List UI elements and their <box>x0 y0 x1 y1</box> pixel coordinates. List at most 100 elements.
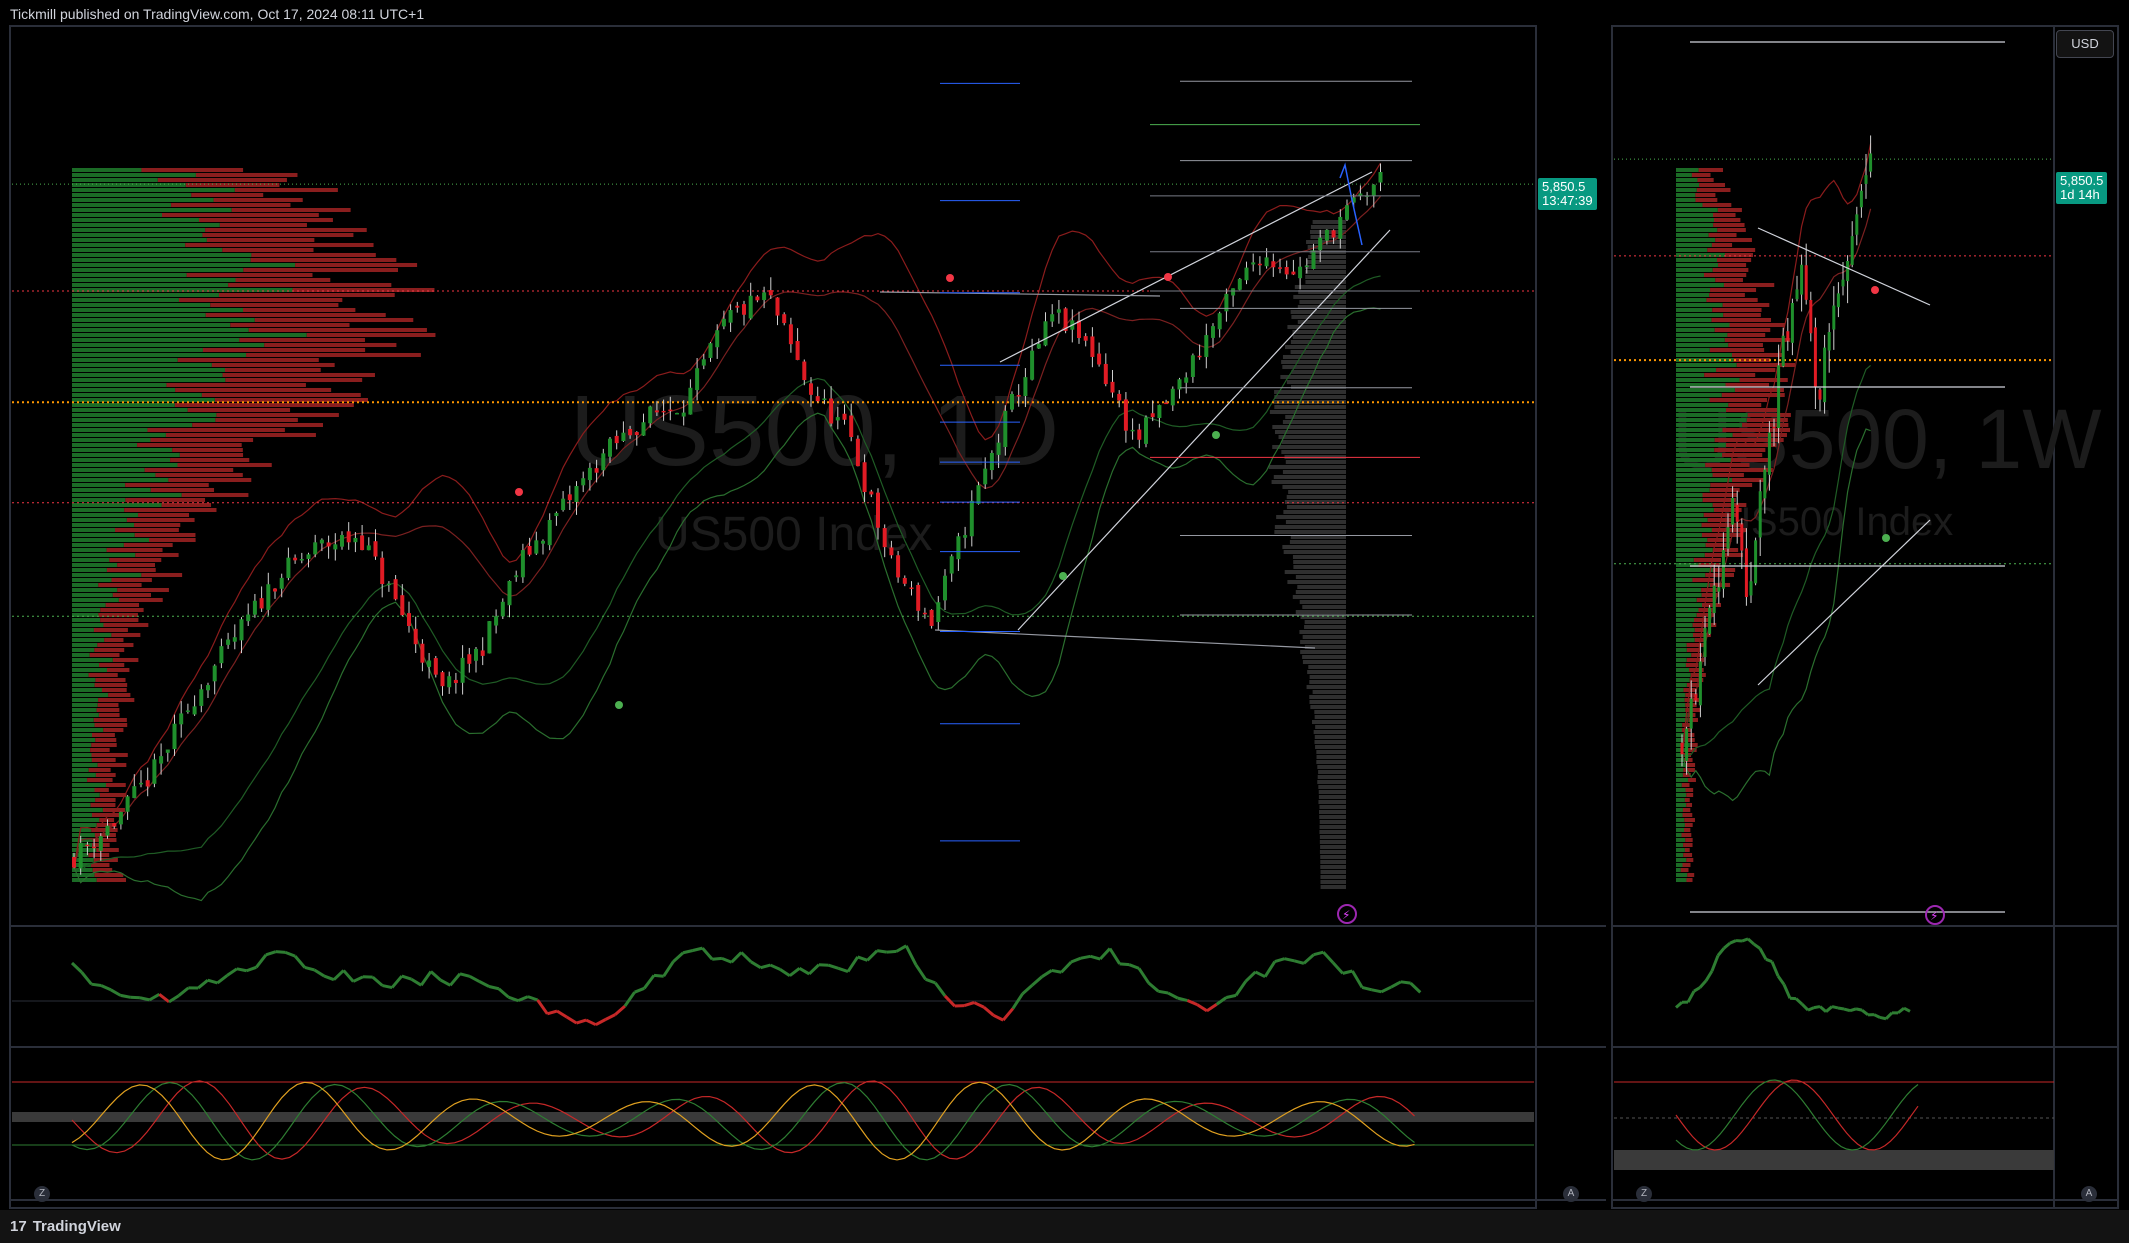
volume-bar <box>1304 620 1346 624</box>
cci-line <box>1051 968 1062 974</box>
cci-line <box>517 995 529 1003</box>
cci-line <box>963 1001 975 1008</box>
volume-bar <box>1320 865 1346 869</box>
chart-canvas[interactable]: US500, 1D US500 Index US500, 1W US500 In… <box>0 0 2129 1210</box>
profile-bar-up <box>72 278 236 282</box>
cci-line <box>886 949 897 954</box>
profile-bar-down <box>219 223 307 227</box>
cci-line <box>1400 980 1411 985</box>
candle-body <box>1786 331 1790 341</box>
profile-bar-up <box>1676 523 1702 527</box>
candle-body <box>956 536 961 560</box>
cci-line <box>788 967 801 977</box>
candle-body <box>648 406 653 424</box>
profile-bar-down <box>115 528 179 532</box>
candle-body <box>949 556 954 574</box>
volume-bar <box>1319 840 1346 844</box>
profile-bar-down <box>117 563 155 567</box>
profile-bar-up <box>72 478 169 482</box>
profile-bar-up <box>1676 548 1713 552</box>
candle-body <box>353 537 358 543</box>
profile-bar-up <box>1676 663 1686 667</box>
profile-bar-down <box>166 383 306 387</box>
volume-bar <box>1281 360 1346 364</box>
profile-bar-up <box>72 523 135 527</box>
auto-scale-button-left[interactable]: A <box>1563 1186 1579 1202</box>
profile-bar-up <box>1676 463 1706 467</box>
timezone-button-right[interactable]: Z <box>1636 1186 1652 1202</box>
tradingview-logo[interactable]: 17 TradingView <box>10 1218 121 1235</box>
profile-bar-up <box>72 793 100 797</box>
candle-body <box>1781 335 1785 367</box>
cci-line <box>672 951 685 963</box>
profile-bar-down <box>1712 548 1739 552</box>
profile-bar-up <box>72 588 118 592</box>
cci-line <box>1274 957 1285 963</box>
cci-line <box>992 1013 1004 1022</box>
profile-bar-down <box>239 338 365 342</box>
cci-line <box>857 955 868 962</box>
cci-line <box>750 960 762 969</box>
volume-bar <box>1283 510 1346 514</box>
volume-bar <box>1319 825 1346 829</box>
profile-bar-up <box>1676 203 1703 207</box>
profile-bar-up <box>72 533 135 537</box>
cci-line <box>1782 983 1792 999</box>
profile-bar-down <box>1722 453 1763 457</box>
profile-bar-down <box>1710 483 1753 487</box>
profile-bar-down <box>109 558 162 562</box>
candle-body <box>1103 363 1108 385</box>
profile-bar-up <box>72 798 96 802</box>
candle-body <box>259 598 264 609</box>
profile-bar-down <box>1697 178 1714 182</box>
profile-bar-up <box>72 443 138 447</box>
volume-bar <box>1314 715 1346 719</box>
candle-body <box>1832 305 1836 330</box>
profile-bar-down <box>1731 458 1769 462</box>
profile-bar-up <box>72 688 103 692</box>
timezone-button-left[interactable]: Z <box>34 1186 50 1202</box>
watermark-name-right: US500 Index <box>1722 500 1953 544</box>
candle-body <box>1023 377 1028 397</box>
lightning-icon[interactable]: ⚡ <box>1925 905 1945 925</box>
profile-bar-up <box>72 743 92 747</box>
profile-bar-up <box>1676 323 1730 327</box>
profile-bar-down <box>1717 258 1752 262</box>
candle-body <box>661 410 666 413</box>
volume-bar <box>1320 885 1346 889</box>
candle-body <box>1378 172 1383 183</box>
cci-line <box>236 967 247 973</box>
profile-bar-down <box>98 583 142 587</box>
candle-body <box>467 654 472 664</box>
profile-bar-down <box>1707 248 1756 252</box>
profile-bar-down <box>124 508 217 512</box>
profile-bar-down <box>175 388 332 392</box>
profile-bar-down <box>205 228 367 232</box>
currency-button[interactable]: USD <box>2056 30 2114 58</box>
profile-bar-down <box>225 378 363 382</box>
profile-bar-up <box>72 618 101 622</box>
profile-bar-up <box>72 358 178 362</box>
profile-bar-up <box>72 193 192 197</box>
candle-body <box>420 643 425 663</box>
candle-body <box>1800 264 1804 295</box>
lightning-icon[interactable]: ⚡ <box>1337 904 1357 924</box>
profile-bar-down <box>102 808 125 812</box>
candle-body <box>1117 393 1122 401</box>
profile-bar-up <box>1676 823 1685 827</box>
profile-bar-down <box>218 293 395 297</box>
candle-body <box>1278 267 1282 269</box>
volume-bar <box>1308 665 1346 669</box>
cci-line <box>1765 957 1773 964</box>
profile-bar-down <box>1703 273 1747 277</box>
profile-bar-down <box>1684 848 1690 852</box>
profile-bar-up <box>72 373 223 377</box>
volume-bar <box>1285 460 1346 464</box>
candle-body <box>1846 260 1850 282</box>
profile-bar-down <box>185 243 374 247</box>
candle-body <box>594 468 599 473</box>
profile-bar-up <box>1676 228 1718 232</box>
auto-scale-button-right[interactable]: A <box>2081 1186 2097 1202</box>
candle-body <box>494 616 499 626</box>
candle-body <box>755 296 760 301</box>
